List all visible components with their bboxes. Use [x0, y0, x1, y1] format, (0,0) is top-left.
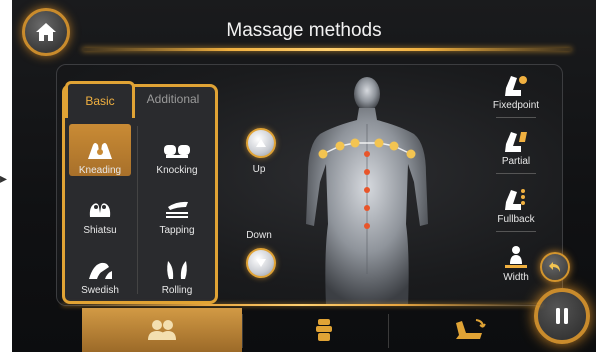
mode-label: Width [503, 272, 529, 283]
down-button[interactable] [246, 248, 276, 278]
method-label: Kneading [78, 165, 122, 176]
rolling-icon [167, 261, 187, 279]
page-title: Massage methods [226, 20, 382, 41]
triangle-down-icon [256, 259, 266, 267]
swedish-icon [89, 262, 112, 279]
shoulder-point [406, 149, 416, 159]
mode-divider [496, 231, 536, 232]
nav-separator [242, 314, 243, 348]
method-rolling[interactable]: Rolling [146, 244, 208, 296]
spine-point [364, 151, 370, 157]
up-button[interactable] [246, 128, 276, 158]
pause-icon [556, 308, 568, 324]
method-knocking[interactable]: Knocking [146, 124, 208, 176]
shiatsu-icon [89, 203, 111, 217]
nav-separator [388, 314, 389, 348]
nav-tab-users[interactable] [82, 308, 242, 352]
up-label: Up [252, 164, 266, 175]
tab-basic[interactable]: Basic [65, 81, 135, 118]
mode-partial[interactable]: Partial [482, 128, 550, 174]
spine-point [364, 169, 370, 175]
shoulder-point [389, 141, 399, 151]
mode-label: Fullback [497, 214, 535, 225]
nav-tab-massage-head[interactable] [244, 308, 404, 352]
methods-divider [137, 126, 138, 294]
mode-fixedpoint[interactable]: Fixedpoint [482, 72, 550, 118]
mode-label: Partial [501, 156, 531, 167]
spine-point [364, 223, 370, 229]
tab-additional[interactable]: Additional [137, 84, 209, 114]
method-swedish[interactable]: Swedish [69, 244, 131, 296]
method-label: Knocking [156, 165, 198, 176]
shoulder-point [335, 141, 345, 151]
mode-divider [496, 117, 536, 118]
shoulder-point [374, 138, 384, 148]
massage-head-icon [316, 319, 332, 341]
method-label: Rolling [161, 285, 193, 296]
tapping-icon [166, 201, 188, 218]
back-button[interactable] [540, 252, 570, 282]
method-label: Tapping [159, 225, 195, 236]
recline-chair-icon [456, 319, 486, 339]
mode-divider [496, 173, 536, 174]
down-label: Down [246, 230, 272, 241]
back-arrow-icon [549, 262, 560, 272]
method-kneading[interactable]: Kneading [69, 124, 131, 176]
width-icon [505, 246, 527, 268]
fullback-icon [505, 189, 525, 210]
title-underline [82, 48, 572, 51]
users-icon [148, 320, 176, 340]
knocking-icon [164, 145, 190, 158]
partial-icon [505, 132, 527, 152]
spine-point [364, 187, 370, 193]
mode-label: Fixedpoint [492, 100, 540, 111]
nav-tab-recline[interactable] [390, 308, 550, 352]
acupoint-overlay [318, 138, 416, 229]
method-label: Shiatsu [83, 225, 117, 236]
mode-fullback[interactable]: Fullback [482, 186, 550, 232]
bottom-divider-line [62, 304, 542, 306]
triangle-up-icon [256, 139, 266, 147]
method-tapping[interactable]: Tapping [146, 184, 208, 236]
app-screen: Massage methods Basic Additional Kneadin… [12, 0, 596, 352]
kneading-icon [88, 143, 112, 159]
shoulder-point [318, 149, 328, 159]
fixedpoint-icon [505, 76, 527, 96]
shoulder-point [350, 138, 360, 148]
method-label: Swedish [81, 285, 119, 296]
method-shiatsu[interactable]: Shiatsu [69, 184, 131, 236]
spine-point [364, 205, 370, 211]
left-edge-arrow: ▸ [0, 170, 8, 186]
